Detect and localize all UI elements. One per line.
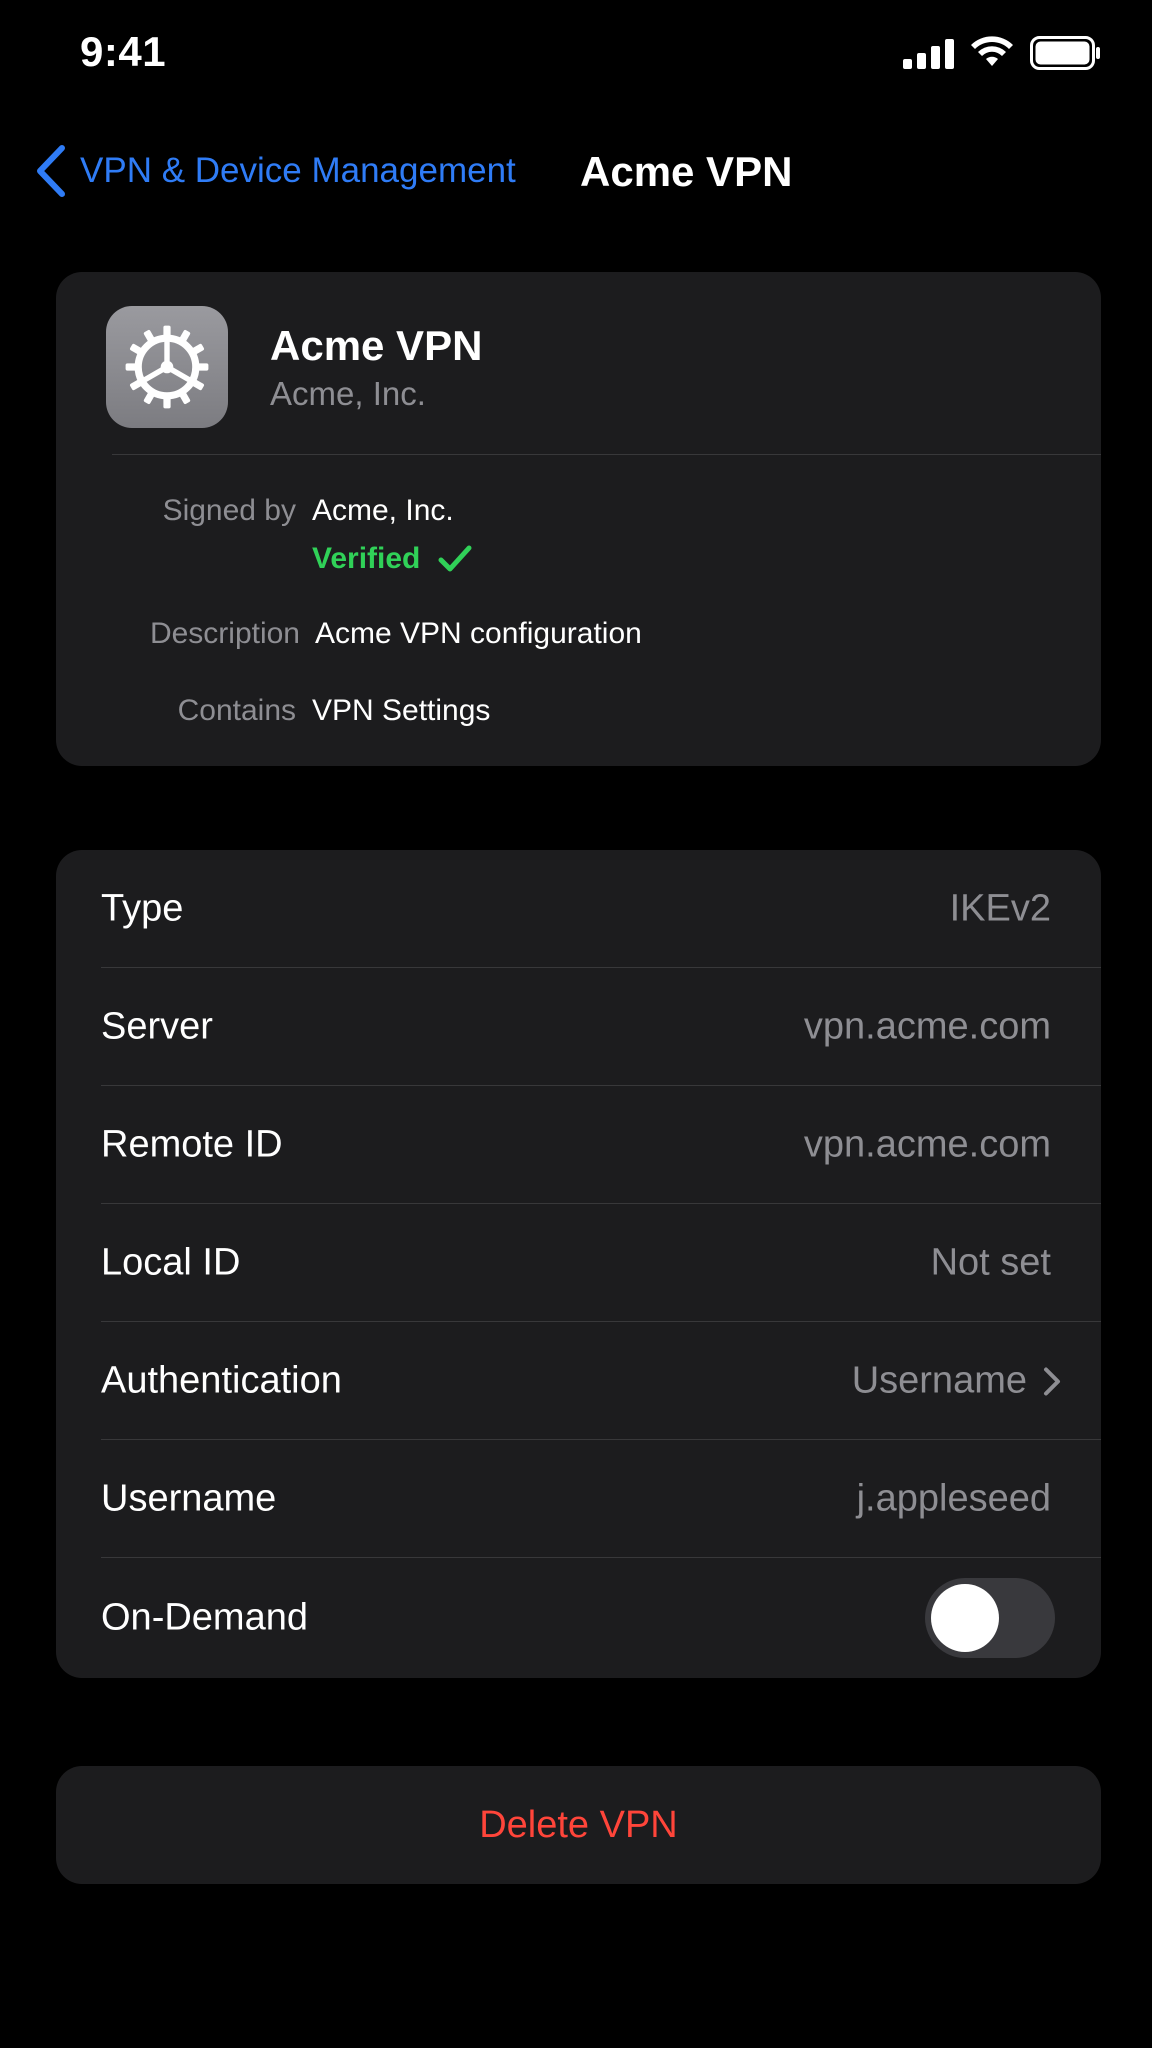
verified-status: Verified: [312, 542, 472, 576]
signed-by-value: Acme, Inc.: [312, 494, 454, 527]
description-label: Description: [149, 617, 300, 650]
vpn-detail-screen: 9:41 VPN & Device Management Acme VPN Ac…: [0, 0, 1152, 2048]
authentication-selector[interactable]: Username: [852, 1360, 1061, 1403]
row-label: Username: [101, 1477, 277, 1520]
chevron-left-icon: [37, 145, 65, 197]
chevron-right-icon: [1044, 1367, 1060, 1395]
row-label: Server: [101, 1005, 213, 1048]
verified-label: Verified: [312, 542, 421, 575]
settings-row-local-id: Local ID Not set: [56, 1204, 1101, 1322]
row-value: IKEv2: [949, 887, 1051, 930]
row-value: vpn.acme.com: [803, 1123, 1051, 1166]
signed-by-label: Signed by: [162, 494, 296, 527]
delete-vpn-button[interactable]: Delete VPN: [56, 1766, 1101, 1884]
checkmark-icon: [438, 545, 472, 572]
wifi-icon: [971, 36, 1013, 66]
profile-text: Acme VPN Acme, Inc.: [270, 321, 482, 413]
row-label: On-Demand: [101, 1596, 308, 1639]
status-time: 9:41: [80, 28, 167, 75]
battery-icon: [1030, 36, 1100, 70]
status-icons: [903, 36, 1102, 70]
vpn-settings-card: Type IKEv2 Server vpn.acme.com Remote ID…: [56, 850, 1101, 1678]
divider: [112, 454, 1101, 455]
navigation-bar: VPN & Device Management Acme VPN: [0, 130, 1152, 220]
row-label: Remote ID: [101, 1123, 283, 1166]
settings-row-server: Server vpn.acme.com: [56, 968, 1101, 1086]
profile-name: Acme VPN: [270, 321, 483, 369]
settings-row-on-demand: On-Demand: [56, 1558, 1101, 1678]
row-value: Username: [851, 1359, 1027, 1402]
profile-header: Acme VPN Acme, Inc.: [106, 306, 482, 428]
profile-card: Acme VPN Acme, Inc. Signed by Acme, Inc.…: [56, 272, 1101, 766]
contains-value: VPN Settings: [312, 694, 491, 727]
profile-organization: Acme, Inc.: [270, 375, 426, 413]
settings-row-type: Type IKEv2: [56, 850, 1101, 968]
page-title: Acme VPN: [580, 148, 793, 195]
description-value: Acme VPN configuration: [315, 617, 642, 650]
delete-vpn-label: Delete VPN: [479, 1803, 678, 1846]
settings-row-authentication[interactable]: Authentication Username: [56, 1322, 1101, 1440]
contains-label: Contains: [177, 694, 296, 727]
row-value: j.appleseed: [856, 1477, 1051, 1520]
back-button[interactable]: VPN & Device Management: [34, 144, 516, 198]
settings-row-remote-id: Remote ID vpn.acme.com: [56, 1086, 1101, 1204]
toggle-knob: [931, 1584, 999, 1652]
cellular-signal-icon: [903, 37, 954, 69]
on-demand-toggle[interactable]: [925, 1578, 1055, 1658]
settings-row-username: Username j.appleseed: [56, 1440, 1101, 1558]
profile-app-icon: [106, 306, 228, 428]
gear-icon: [125, 325, 209, 409]
row-label: Authentication: [101, 1359, 342, 1402]
row-value: vpn.acme.com: [803, 1005, 1051, 1048]
back-button-label: VPN & Device Management: [80, 151, 516, 190]
status-bar: 9:41: [0, 0, 1152, 110]
row-label: Local ID: [101, 1241, 241, 1284]
row-label: Type: [101, 887, 184, 930]
row-value: Not set: [930, 1241, 1051, 1284]
